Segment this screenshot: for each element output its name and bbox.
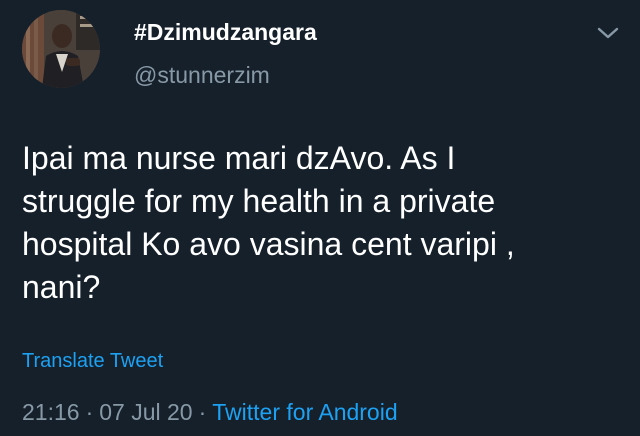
- avatar[interactable]: [22, 10, 100, 88]
- tweet-text-line: Ipai ma nurse mari dzAvo. As I: [22, 140, 456, 176]
- tweet-text-line: nani?: [22, 269, 101, 305]
- profile-photo-icon: [22, 10, 100, 88]
- chevron-down-icon[interactable]: [595, 24, 621, 42]
- tweet-text-line: struggle for my health in a private: [22, 183, 496, 219]
- tweet-time[interactable]: 21:16: [22, 399, 80, 425]
- meta-separator: ·: [198, 399, 207, 425]
- display-name[interactable]: #Dzimudzangara: [134, 19, 317, 46]
- tweet-date[interactable]: 07 Jul 20: [99, 399, 192, 425]
- translate-tweet-link[interactable]: Translate Tweet: [22, 350, 163, 373]
- tweet-text: Ipai ma nurse mari dzAvo. As I struggle …: [22, 137, 622, 309]
- meta-separator: ·: [85, 399, 94, 425]
- tweet-text-line: hospital Ko avo vasina cent varipi ,: [22, 226, 515, 262]
- tweet-meta: 21:16 · 07 Jul 20 · Twitter for Android: [22, 399, 398, 426]
- tweet: #Dzimudzangara @stunnerzim Ipai ma nurse…: [0, 0, 640, 436]
- tweet-source-link[interactable]: Twitter for Android: [212, 399, 397, 425]
- user-handle[interactable]: @stunnerzim: [134, 62, 270, 89]
